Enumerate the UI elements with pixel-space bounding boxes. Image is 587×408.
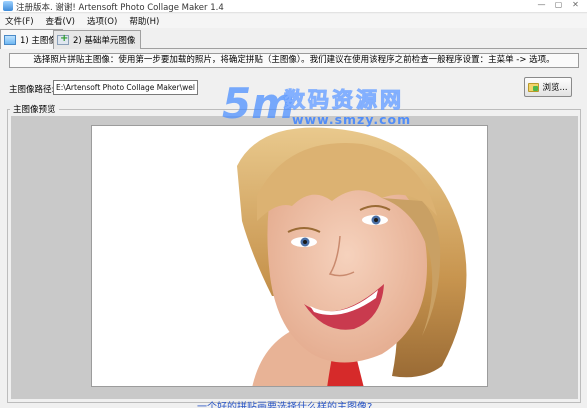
portrait-photo xyxy=(92,126,487,386)
menu-options[interactable]: 选项(O) xyxy=(82,15,124,27)
help-link[interactable]: 一个好的拼贴画要选择什么样的主图像? xyxy=(197,398,372,408)
browse-button-label: 浏览... xyxy=(542,83,568,93)
instruction-text: 选择照片拼贴主图像：使用第一步要加载的照片，将确定拼贴（主图像）。我们建议在使用… xyxy=(9,53,579,68)
preview-group-label: 主图像预览 xyxy=(10,103,59,115)
browse-button[interactable]: 浏览... xyxy=(524,77,572,97)
title-bar: 注册版本. 谢谢! Artensoft Photo Collage Maker … xyxy=(0,0,587,13)
tab-base-images[interactable]: 2) 基础单元图像 xyxy=(53,30,142,49)
menu-bar: 文件(F) 查看(V) 选项(O) 帮助(H) xyxy=(0,14,587,28)
tab-strip: 1) 主图像 2) 基础单元图像 xyxy=(0,28,587,49)
main-image-preview xyxy=(91,125,488,387)
tab-base-images-label: 2) 基础单元图像 xyxy=(73,36,136,46)
tab-main-image-label: 1) 主图像 xyxy=(20,35,57,46)
app-icon xyxy=(3,1,13,11)
window-title: 注册版本. 谢谢! Artensoft Photo Collage Maker … xyxy=(16,3,224,13)
main-image-icon xyxy=(4,34,16,45)
menu-view[interactable]: 查看(V) xyxy=(41,15,82,27)
image-path-input[interactable] xyxy=(53,80,198,95)
maximize-button[interactable]: ▢ xyxy=(551,0,566,10)
open-folder-icon xyxy=(528,82,540,92)
menu-file[interactable]: 文件(F) xyxy=(0,15,41,27)
minimize-button[interactable]: — xyxy=(534,0,549,10)
close-button[interactable]: ✕ xyxy=(568,0,583,10)
path-label: 主图像路径: xyxy=(9,85,55,95)
window-controls: — ▢ ✕ xyxy=(534,0,583,11)
menu-help[interactable]: 帮助(H) xyxy=(124,15,166,27)
add-image-icon xyxy=(57,33,69,45)
